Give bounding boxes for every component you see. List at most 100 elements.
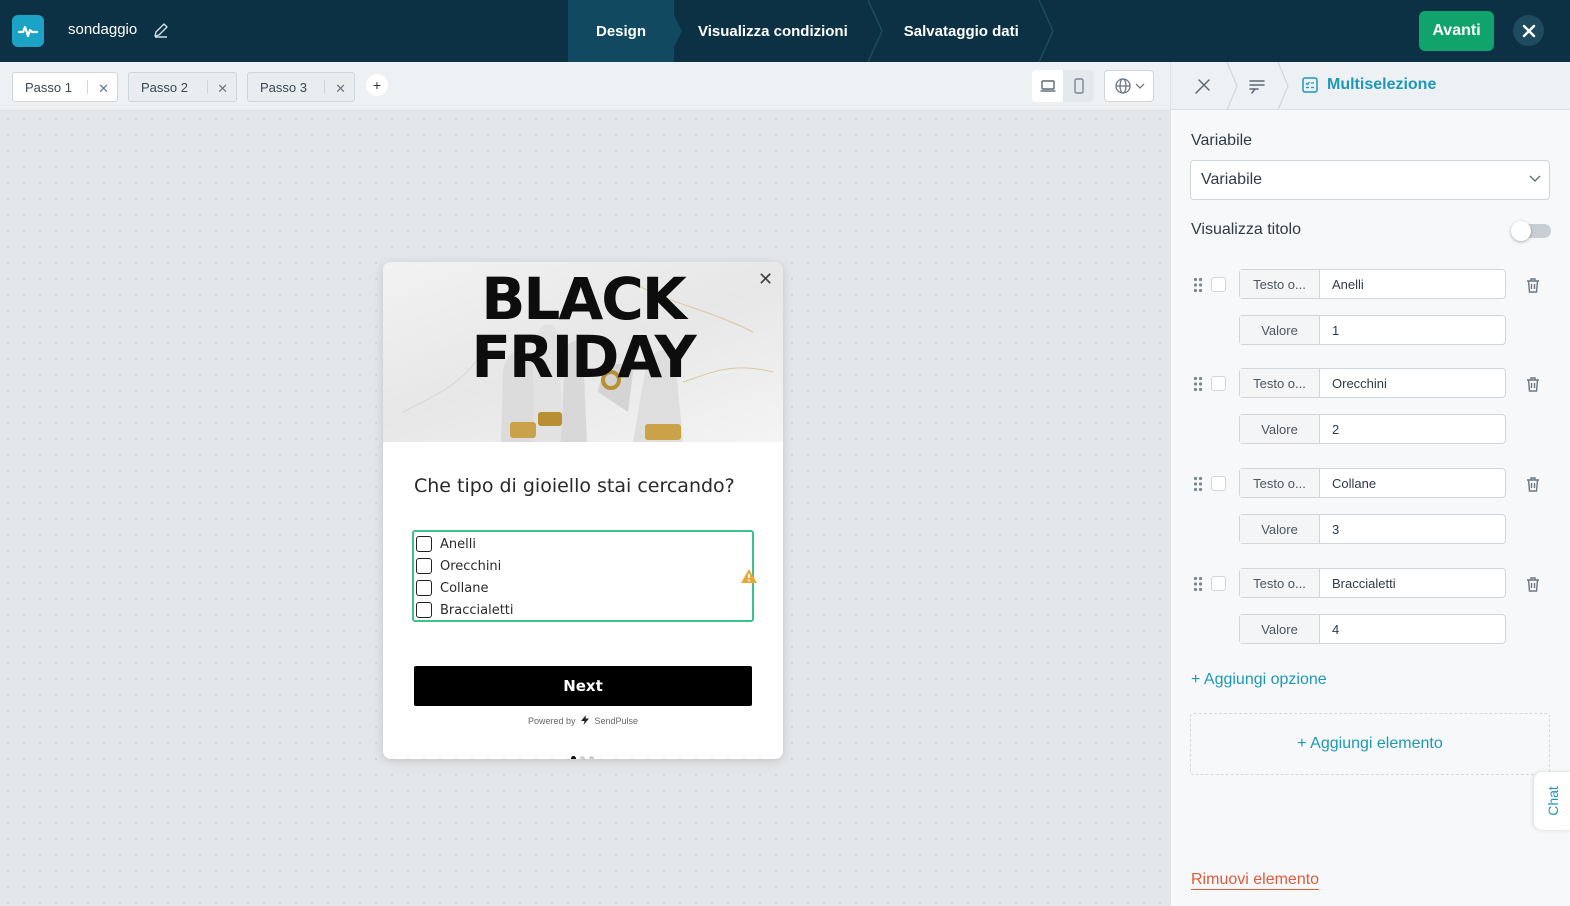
checkbox[interactable] — [416, 602, 432, 618]
step-salvataggio-dati[interactable]: Salvataggio dati — [876, 0, 1054, 62]
option-row: Testo o... Orecchini Valore 2 — [1171, 368, 1570, 446]
option-row: Testo o... Anelli Valore 1 — [1171, 269, 1570, 347]
add-option-link[interactable]: + Aggiungi opzione — [1191, 671, 1327, 689]
field-value[interactable]: Braccialetti — [1320, 569, 1505, 597]
popup-question[interactable]: Che tipo di gioiello stai cercando? — [414, 475, 735, 497]
step-dot — [580, 756, 585, 759]
drag-handle-icon[interactable] — [1193, 277, 1203, 293]
trash-icon[interactable] — [1525, 376, 1541, 393]
form-section-icon[interactable] — [1247, 76, 1267, 96]
field-value[interactable]: 4 — [1320, 615, 1505, 643]
step-visualizza-condizioni[interactable]: Visualizza condizioni — [674, 0, 883, 62]
powered-brand: SendPulse — [594, 716, 639, 726]
close-icon[interactable] — [1513, 15, 1544, 46]
field-value[interactable]: Anelli — [1320, 270, 1505, 298]
step-dot — [571, 756, 576, 759]
tab-passo-3[interactable]: Passo 3 ✕ — [247, 72, 355, 102]
checkbox[interactable] — [416, 558, 432, 574]
option-value-field[interactable]: Valore 1 — [1239, 315, 1506, 345]
top-bar: sondaggio Design Visualizza condizioni S… — [0, 0, 1570, 62]
option-text-field[interactable]: Testo o... Braccialetti — [1239, 568, 1506, 598]
app-logo-icon[interactable] — [12, 15, 44, 47]
checkbox[interactable] — [416, 580, 432, 596]
tab-label: Passo 3 — [260, 79, 307, 95]
drag-handle-icon[interactable] — [1193, 576, 1203, 592]
option-default-checkbox[interactable] — [1211, 277, 1226, 292]
field-key: Testo o... — [1240, 270, 1320, 298]
breadcrumb-current[interactable]: Multiselezione — [1301, 76, 1436, 94]
option-value-field[interactable]: Valore 4 — [1239, 614, 1506, 644]
option-default-checkbox[interactable] — [1211, 476, 1226, 491]
field-value[interactable]: 1 — [1320, 316, 1505, 344]
desktop-view-icon[interactable] — [1032, 70, 1063, 102]
field-value[interactable]: Orecchini — [1320, 369, 1505, 397]
option-item[interactable]: Orecchini — [416, 556, 501, 576]
variable-select-value: Variabile — [1201, 171, 1263, 188]
hero-image[interactable]: BLACK FRIDAY — [383, 262, 783, 442]
hero-title-line2: FRIDAY — [471, 323, 696, 391]
show-title-label: Visualizza titolo — [1191, 221, 1301, 238]
option-item[interactable]: Collane — [416, 578, 488, 598]
field-value[interactable]: Collane — [1320, 469, 1505, 497]
field-value[interactable]: 3 — [1320, 515, 1505, 543]
breadcrumb-chevron-icon — [1277, 62, 1289, 110]
chat-tab[interactable]: Chat — [1534, 772, 1570, 830]
step-label: Visualizza condizioni — [698, 22, 848, 40]
tab-passo-2[interactable]: Passo 2 ✕ — [128, 72, 237, 102]
option-label: Braccialetti — [440, 602, 514, 618]
chevron-down-icon — [1135, 83, 1144, 89]
popup-close-icon[interactable]: ✕ — [758, 269, 773, 290]
trash-icon[interactable] — [1525, 277, 1541, 294]
tab-divider — [324, 80, 325, 94]
option-item[interactable]: Braccialetti — [416, 600, 514, 620]
option-default-checkbox[interactable] — [1211, 576, 1226, 591]
edit-pencil-icon[interactable] — [152, 21, 170, 39]
option-item[interactable]: Anelli — [416, 534, 476, 554]
drag-handle-icon[interactable] — [1193, 476, 1203, 492]
add-tab-button[interactable]: + — [366, 74, 388, 96]
tab-label: Passo 1 — [25, 79, 72, 95]
option-value-field[interactable]: Valore 3 — [1239, 514, 1506, 544]
tab-close-icon[interactable]: ✕ — [217, 81, 228, 97]
option-default-checkbox[interactable] — [1211, 376, 1226, 391]
next-button[interactable]: Avanti — [1419, 11, 1494, 51]
option-text-field[interactable]: Testo o... Collane — [1239, 468, 1506, 498]
tab-close-icon[interactable]: ✕ — [335, 81, 346, 97]
multiselect-icon — [1302, 77, 1318, 93]
tab-close-icon[interactable]: ✕ — [98, 81, 109, 97]
powered-by: Powered by SendPulse — [383, 715, 783, 726]
trash-icon[interactable] — [1525, 576, 1541, 593]
option-row: Testo o... Braccialetti Valore 4 — [1171, 568, 1570, 646]
properties-panel: Multiselezione Variabile Variabile Visua… — [1170, 62, 1570, 906]
variable-select[interactable]: Variabile — [1190, 160, 1550, 200]
step-design[interactable]: Design — [568, 0, 683, 62]
step-chevron-icon — [867, 0, 883, 62]
field-key: Valore — [1240, 615, 1320, 643]
popup-preview[interactable]: BLACK FRIDAY ✕ Che tipo di gioiello stai… — [383, 262, 783, 759]
option-text-field[interactable]: Testo o... Anelli — [1239, 269, 1506, 299]
tab-divider — [207, 80, 208, 94]
tab-passo-1[interactable]: Passo 1 ✕ — [12, 72, 118, 102]
trash-icon[interactable] — [1525, 476, 1541, 493]
language-selector[interactable] — [1104, 70, 1154, 102]
design-tools-icon[interactable] — [1193, 76, 1213, 96]
checkbox[interactable] — [416, 536, 432, 552]
multiselect-options[interactable]: Anelli Orecchini Collane Braccialetti — [412, 530, 757, 622]
mobile-view-icon[interactable] — [1063, 70, 1094, 102]
breadcrumb-current-label: Multiselezione — [1327, 76, 1437, 93]
step-chevron-icon — [1038, 0, 1054, 62]
show-title-toggle[interactable] — [1511, 221, 1551, 241]
option-value-field[interactable]: Valore 2 — [1239, 414, 1506, 444]
add-element-button[interactable]: + Aggiungi elemento — [1190, 713, 1550, 775]
hero-title-line1: BLACK — [481, 265, 687, 333]
field-key: Valore — [1240, 515, 1320, 543]
option-text-field[interactable]: Testo o... Orecchini — [1239, 368, 1506, 398]
option-row: Testo o... Collane Valore 3 — [1171, 468, 1570, 546]
drag-handle-icon[interactable] — [1193, 376, 1203, 392]
remove-element-link[interactable]: Rimuovi elemento — [1191, 871, 1320, 890]
step-label: Design — [596, 22, 647, 40]
device-switcher — [1032, 70, 1094, 102]
popup-next-button[interactable]: Next — [414, 666, 752, 706]
field-value[interactable]: 2 — [1320, 415, 1505, 443]
powered-prefix: Powered by — [527, 716, 576, 726]
